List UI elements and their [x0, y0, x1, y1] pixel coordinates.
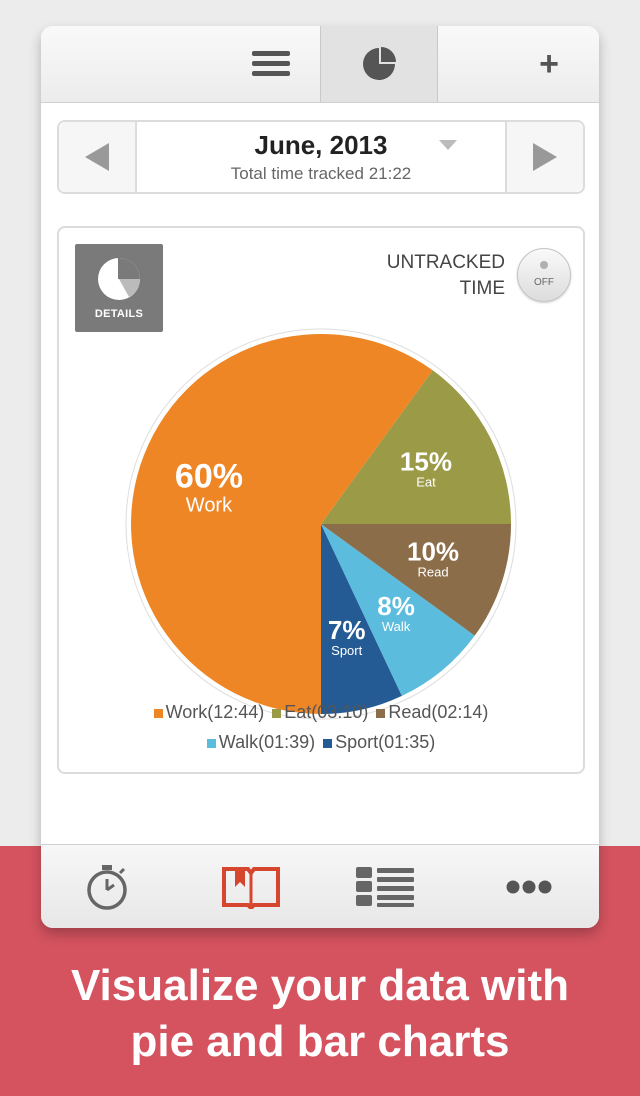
legend-text: Eat(03:10) — [284, 702, 369, 722]
pie-label-percent-sport: 7% — [328, 615, 366, 645]
headline-line-2: pie and bar charts — [130, 1017, 510, 1066]
pie-label-percent-read: 10% — [407, 536, 459, 566]
untracked-toggle[interactable]: OFF — [517, 248, 571, 302]
toggle-indicator — [540, 261, 548, 269]
pie-label-name-work: Work — [186, 495, 233, 517]
menu-button[interactable] — [221, 26, 321, 102]
menu-icon — [252, 51, 290, 76]
pie-label-name-read: Read — [417, 564, 448, 579]
legend-swatch — [206, 738, 216, 748]
book-icon — [222, 867, 280, 909]
legend-swatch — [153, 708, 163, 718]
legend-text: Walk(01:39) — [218, 732, 316, 752]
tab-list[interactable] — [335, 845, 435, 928]
legend-item: Work(12:44) — [153, 702, 265, 723]
pie-label-name-eat: Eat — [416, 475, 436, 490]
legend-swatch — [272, 708, 282, 718]
headline-line-1: Visualize your data with — [71, 961, 569, 1010]
total-time-tracked: Total time tracked 21:22 — [230, 164, 412, 183]
stopwatch-icon — [87, 865, 127, 910]
pie-label-name-walk: Walk — [382, 619, 411, 634]
tab-reports[interactable] — [201, 845, 301, 928]
details-button[interactable]: DETAILS — [75, 244, 163, 332]
toggle-state: OFF — [534, 277, 554, 288]
legend-swatch — [376, 708, 386, 718]
legend-item: Sport(01:35) — [323, 732, 435, 753]
app-card: + June, 2013 Total time tracked 21:22 DE… — [41, 26, 599, 928]
legend-row-2: Walk(01:39) Sport(01:35) — [59, 732, 583, 753]
bottom-tab-bar — [41, 844, 599, 928]
chart-panel: DETAILS UNTRACKED TIME OFF 7% Sport 8% Walk… — [57, 226, 585, 774]
legend-item: Read(02:14) — [376, 702, 488, 723]
promo-headline: Visualize your data with pie and bar cha… — [0, 958, 640, 1070]
more-icon — [506, 880, 552, 894]
top-toolbar: + — [41, 26, 599, 103]
legend-text: Read(02:14) — [388, 702, 489, 722]
untracked-time-label: UNTRACKED TIME — [387, 250, 505, 302]
pie-details-icon — [98, 258, 140, 300]
pie-view-button[interactable] — [320, 26, 438, 102]
legend-item: Eat(03:10) — [272, 702, 368, 723]
pie-label-percent-walk: 8% — [377, 591, 415, 621]
pie-label-name-sport: Sport — [331, 643, 362, 658]
untracked-line-1: UNTRACKED — [386, 252, 505, 273]
chevron-right-icon — [533, 143, 557, 171]
pie-label-percent-work: 60% — [175, 458, 243, 496]
pie-chart-icon — [363, 47, 396, 80]
list-icon — [356, 867, 414, 907]
next-month-button[interactable] — [505, 122, 583, 192]
pie-label-percent-eat: 15% — [400, 447, 452, 477]
tab-more[interactable] — [479, 845, 579, 928]
tab-timer[interactable] — [57, 845, 157, 928]
legend-row-1: Work(12:44) Eat(03:10) Read(02:14) — [59, 702, 583, 723]
chevron-left-icon — [85, 143, 109, 171]
legend-swatch — [323, 738, 333, 748]
chevron-down-icon[interactable] — [439, 140, 457, 150]
untracked-line-2: TIME — [459, 278, 505, 299]
legend-text: Work(12:44) — [165, 702, 265, 722]
details-label: DETAILS — [94, 308, 144, 320]
legend-item: Walk(01:39) — [206, 732, 316, 753]
pie-chart: 7%Sport 8%Walk 10%Read 15%Eat 60%Work — [125, 328, 517, 720]
month-navigator: June, 2013 Total time tracked 21:22 — [57, 120, 585, 194]
previous-month-button[interactable] — [59, 122, 137, 192]
add-button[interactable]: + — [499, 26, 599, 102]
legend-text: Sport(01:35) — [335, 732, 436, 752]
